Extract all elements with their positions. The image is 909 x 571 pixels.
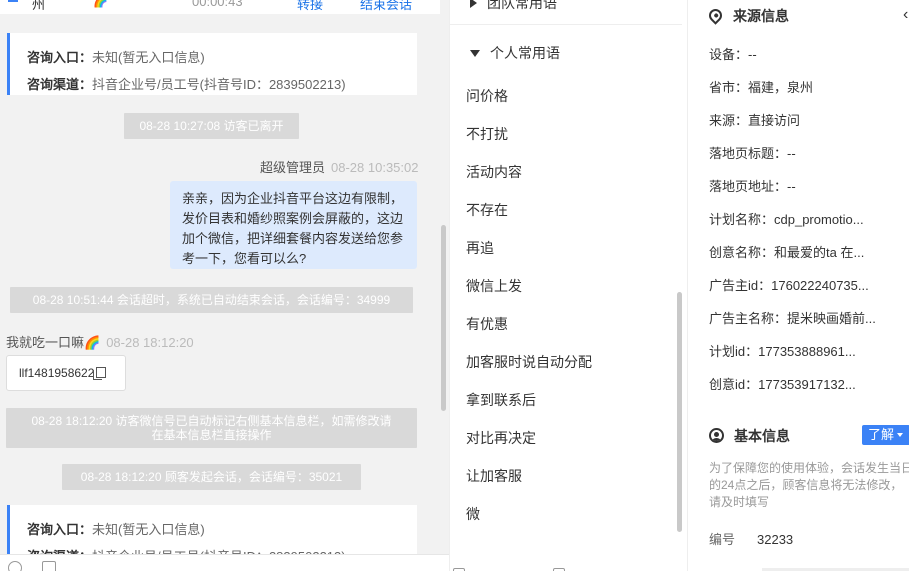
menu-icon[interactable] [8,0,18,2]
basic-info-label: 基本信息 [734,428,790,444]
phrase-item[interactable]: 微信上发 [466,276,522,296]
info-row-plan-name: 计划名称：cdp_promotio... [709,212,864,227]
learn-more-label: 了解 [868,427,895,442]
system-message-visitor-left: 08-28 10:27:08 访客已离开 [124,113,299,139]
phrase-item[interactable]: 不打扰 [466,124,508,144]
visitor-sender: 我就吃一口嘛🌈 08-28 18:12:20 [6,332,194,351]
emoji-icon[interactable] [8,561,22,571]
channel-value: 抖音企业号/员工号(抖音号ID：2839502213) [92,77,346,92]
agent-name: 超级管理员 [260,160,326,175]
phrase-item[interactable]: 让加客服 [466,466,522,486]
transfer-button[interactable]: 转接 [297,0,323,13]
caret-down-icon [470,50,480,57]
phrase-item[interactable]: 加客服时说自动分配 [466,352,592,372]
entry-value: 未知(暂无入口信息) [92,50,205,65]
user-icon [709,428,724,443]
phrase-item[interactable]: 再追 [466,238,494,258]
info-row-advertiser-name: 广告主名称：提米映画婚前... [709,311,876,326]
source-info-title: 来源信息 [706,6,789,26]
phrases-footer [450,562,689,571]
phrase-item[interactable]: 有优惠 [466,314,508,334]
visitor-name: 我就吃一口嘛🌈 [6,335,101,350]
group-divider [450,24,682,25]
visitor-emoji: 🌈 [93,0,108,8]
number-value: 32233 [757,532,794,547]
personal-phrases-group[interactable]: 个人常用语 [470,43,560,63]
info-row-plan-id: 计划id：177353888961... [709,344,856,359]
visitor-message-time: 08-28 18:12:20 [106,335,194,350]
entry-label-2: 咨询入口： [27,522,93,537]
entry-label: 咨询入口： [27,50,93,65]
agent-sender: 超级管理员 08-28 10:35:02 [260,157,418,176]
channel-label: 咨询渠道： [27,77,93,92]
visitor-info-panel: 来源信息 ‹ 设备：-- 省市：福建，泉州 来源：直接访问 落地页标题：-- 落… [689,0,909,571]
wechat-id-message[interactable]: llf1481958622 [6,355,126,391]
phrase-item[interactable]: 不存在 [466,200,508,220]
image-icon[interactable] [42,561,56,571]
info-row-landing-url: 落地页地址：-- [709,179,796,194]
system-message-wechat-marked: 08-28 18:12:20 访客微信号已自动标记右侧基本信息栏，如需修改请 在… [6,408,417,448]
consult-info-card: 咨询入口：未知(暂无入口信息) 咨询渠道：抖音企业号/员工号(抖音号ID：283… [7,33,417,95]
session-topbar: 州 🌈 00:00:43 转接 结束会话 [0,0,440,14]
session-duration: 00:00:43 [192,0,243,9]
number-label: 编号 [709,532,736,547]
wechat-marked-line2: 在基本信息栏直接操作 [151,428,272,442]
info-row-source: 来源：直接访问 [709,113,801,128]
caret-down-icon [897,433,904,437]
end-session-button[interactable]: 结束会话 [360,0,412,13]
entry-value-2: 未知(暂无入口信息) [92,522,205,537]
info-row-landing-title: 落地页标题：-- [709,146,796,161]
team-phrases-label: 团队常用语 [487,0,557,11]
copy-icon[interactable] [93,367,107,380]
wechat-marked-line1: 08-28 18:12:20 访客微信号已自动标记右侧基本信息栏，如需修改请 [31,414,392,428]
agent-message-time: 08-28 10:35:02 [331,160,419,175]
info-row-advertiser-id: 广告主id：176022240735... [709,278,869,293]
chat-scrollbar[interactable] [441,225,446,411]
chat-toolbar [0,554,449,571]
agent-message-bubble: 亲亲，因为企业抖音平台这边有限制，发价目表和婚纱照案例会屏蔽的，这边加个微信，把… [170,181,417,269]
wechat-id-text: llf1481958622 [19,366,95,380]
info-row-device: 设备：-- [709,47,757,62]
phrase-item[interactable]: 活动内容 [466,162,522,182]
phrase-item[interactable]: 问价格 [466,86,508,106]
personal-phrases-label: 个人常用语 [490,45,560,61]
basic-info-title: 基本信息 [709,426,790,446]
edit-notice: 为了保障您的使用体验，会话发生当日的24点之后，顾客信息将无法修改，请及时填写 [709,461,909,509]
visitor-city: 州 [32,0,46,12]
phrase-item[interactable]: 微 [466,504,480,524]
phrases-scrollbar[interactable] [677,292,682,532]
caret-right-icon [470,0,477,8]
quick-phrases-panel: 团队常用语 个人常用语 问价格 不打扰 活动内容 不存在 再追 微信上发 有优惠… [449,0,688,571]
info-row-creative-id: 创意id：177353917132... [709,377,856,392]
info-row-city: 省市：福建，泉州 [709,80,814,95]
system-message-timeout: 08-28 10:51:44 会话超时，系统已自动结束会话，会话编号：34999 [10,287,413,313]
number-row: 编号 32233 [709,529,793,548]
system-message-session-start: 08-28 18:12:20 顾客发起会话，会话编号：35021 [62,464,361,490]
source-info-label: 来源信息 [733,8,789,24]
learn-more-dropdown[interactable]: 了解 [862,425,909,445]
location-pin-icon [706,6,725,25]
chat-panel: 州 🌈 00:00:43 转接 结束会话 咨询入口：未知(暂无入口信息) 咨询渠… [0,0,449,571]
collapse-chevron-icon[interactable]: ‹ [903,6,908,24]
phrase-item[interactable]: 拿到联系后 [466,390,536,410]
team-phrases-group[interactable]: 团队常用语 [470,0,557,13]
info-row-creative-name: 创意名称：和最爱的ta 在... [709,245,865,260]
phrase-item[interactable]: 对比再决定 [466,428,536,448]
